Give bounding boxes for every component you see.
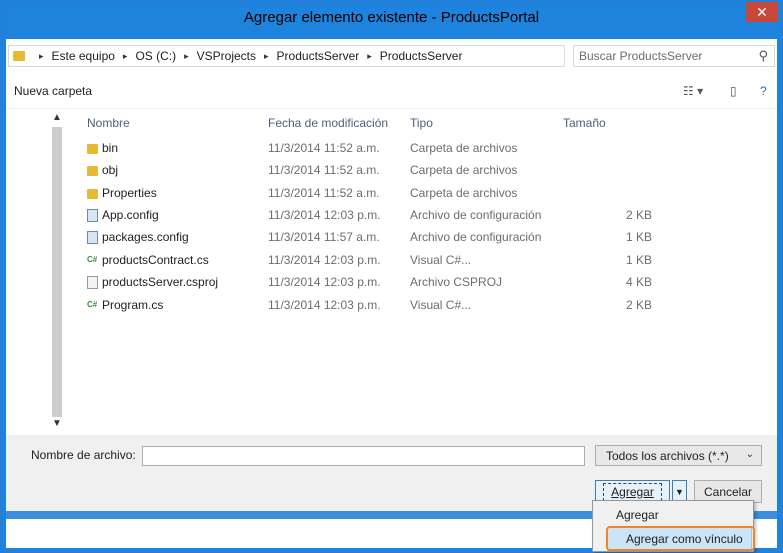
column-header-size[interactable]: Tamaño — [563, 116, 606, 130]
project-file-icon — [87, 276, 98, 289]
file-list: Nombre Fecha de modificación Tipo Tamaño… — [66, 109, 777, 435]
folder-icon — [87, 166, 98, 176]
file-size: 1 KB — [625, 253, 652, 267]
help-icon[interactable]: ? — [760, 84, 767, 98]
file-date: 11/3/2014 12:03 p.m. — [268, 275, 381, 289]
chevron-right-icon[interactable]: ▸ — [184, 51, 189, 62]
address-row: ▸ Este equipo ▸ OS (C:) ▸ VSProjects ▸ P… — [6, 39, 777, 73]
chevron-right-icon[interactable]: ▸ — [367, 51, 372, 62]
new-folder-button[interactable]: Nueva carpeta — [14, 84, 92, 98]
vertical-scrollbar[interactable]: ▲ ▼ — [50, 109, 64, 435]
file-date: 11/3/2014 11:57 a.m. — [268, 230, 380, 244]
file-name: packages.config — [102, 230, 189, 244]
scroll-up-icon[interactable]: ▲ — [50, 112, 64, 124]
column-header-name[interactable]: Nombre — [87, 116, 130, 130]
config-file-icon — [87, 231, 98, 244]
dialog-body: ▸ Este equipo ▸ OS (C:) ▸ VSProjects ▸ P… — [6, 39, 777, 548]
file-row[interactable]: C# Program.cs 11/3/2014 12:03 p.m. Visua… — [66, 295, 777, 317]
scroll-thumb[interactable] — [52, 127, 62, 417]
file-name: productsServer.csproj — [102, 275, 219, 289]
file-size: 2 KB — [625, 298, 652, 312]
search-input[interactable]: Buscar ProductsServer ⚲ — [573, 45, 775, 67]
window-title: Agregar elemento existente - ProductsPor… — [243, 9, 540, 26]
file-name: Properties — [102, 186, 157, 200]
file-date: 11/3/2014 11:52 a.m. — [268, 163, 380, 177]
toolbar: Nueva carpeta ☷ ▾ ▯ ? — [6, 73, 777, 109]
folder-icon — [87, 189, 98, 199]
file-type: Archivo de configuración — [410, 230, 542, 244]
highlight-callout — [606, 526, 755, 551]
filter-value: Todos los archivos (*.*) — [606, 448, 729, 463]
file-type: Visual C#... — [410, 253, 472, 267]
file-date: 11/3/2014 11:52 a.m. — [268, 141, 380, 155]
folder-icon — [13, 51, 25, 61]
file-row[interactable]: productsServer.csproj 11/3/2014 12:03 p.… — [66, 272, 777, 294]
file-name: App.config — [102, 208, 159, 222]
file-name: obj — [102, 163, 119, 177]
column-header-type[interactable]: Tipo — [410, 116, 433, 130]
filename-label: Nombre de archivo: — [31, 448, 136, 462]
scroll-down-icon[interactable]: ▼ — [50, 418, 64, 430]
breadcrumb-item[interactable]: OS (C:) — [135, 49, 176, 63]
file-date: 11/3/2014 12:03 p.m. — [268, 253, 381, 267]
chevron-right-icon[interactable]: ▸ — [264, 51, 269, 62]
filename-input[interactable] — [142, 446, 585, 466]
file-size: 2 KB — [625, 208, 652, 222]
close-button[interactable]: ✕ — [746, 2, 778, 22]
file-row[interactable]: bin 11/3/2014 11:52 a.m. Carpeta de arch… — [66, 138, 777, 160]
breadcrumb-item[interactable]: VSProjects — [197, 49, 256, 63]
config-file-icon — [87, 209, 98, 222]
file-size: 4 KB — [625, 275, 652, 289]
menu-item-add[interactable]: Agregar — [593, 503, 753, 527]
close-icon: ✕ — [756, 3, 768, 20]
title-bar[interactable]: Agregar elemento existente - ProductsPor… — [1, 1, 782, 39]
folder-icon — [87, 144, 98, 154]
breadcrumb-item[interactable]: Este equipo — [52, 49, 115, 63]
add-button-label: Agregar — [603, 482, 662, 501]
chevron-right-icon[interactable]: ▸ — [39, 51, 44, 62]
file-date: 11/3/2014 12:03 p.m. — [268, 298, 381, 312]
file-row[interactable]: packages.config 11/3/2014 11:57 a.m. Arc… — [66, 227, 777, 249]
file-type: Carpeta de archivos — [410, 186, 518, 200]
breadcrumb-item[interactable]: ProductsServer — [277, 49, 360, 63]
file-date: 11/3/2014 11:52 a.m. — [268, 186, 380, 200]
file-row[interactable]: C# productsContract.cs 11/3/2014 12:03 p… — [66, 250, 777, 272]
file-type: Carpeta de archivos — [410, 163, 518, 177]
file-name: bin — [102, 141, 119, 155]
file-type: Visual C#... — [410, 298, 472, 312]
csharp-file-icon: C# — [87, 255, 98, 264]
file-size: 1 KB — [625, 230, 652, 244]
file-type: Carpeta de archivos — [410, 141, 518, 155]
file-type: Archivo de configuración — [410, 208, 542, 222]
search-placeholder: Buscar ProductsServer — [579, 49, 703, 63]
address-bar[interactable]: ▸ Este equipo ▸ OS (C:) ▸ VSProjects ▸ P… — [8, 45, 565, 67]
file-name: productsContract.cs — [102, 253, 209, 267]
file-date: 11/3/2014 12:03 p.m. — [268, 208, 381, 222]
preview-pane-icon[interactable]: ▯ — [730, 84, 737, 98]
file-row[interactable]: Properties 11/3/2014 11:52 a.m. Carpeta … — [66, 183, 777, 205]
column-header-date[interactable]: Fecha de modificación — [268, 116, 388, 130]
file-row[interactable]: App.config 11/3/2014 12:03 p.m. Archivo … — [66, 205, 777, 227]
view-options-icon[interactable]: ☷ ▾ — [683, 84, 703, 98]
chevron-down-icon: ⌄ — [745, 449, 754, 460]
csharp-file-icon: C# — [87, 300, 98, 309]
dialog-window: Agregar elemento existente - ProductsPor… — [0, 0, 783, 553]
chevron-right-icon[interactable]: ▸ — [123, 51, 128, 62]
file-name: Program.cs — [102, 298, 164, 312]
file-type-filter[interactable]: Todos los archivos (*.*) ⌄ — [595, 445, 762, 466]
breadcrumb-item[interactable]: ProductsServer — [380, 49, 463, 63]
search-icon[interactable]: ⚲ — [758, 48, 768, 64]
file-row[interactable]: obj 11/3/2014 11:52 a.m. Carpeta de arch… — [66, 160, 777, 182]
file-type: Archivo CSPROJ — [410, 275, 503, 289]
